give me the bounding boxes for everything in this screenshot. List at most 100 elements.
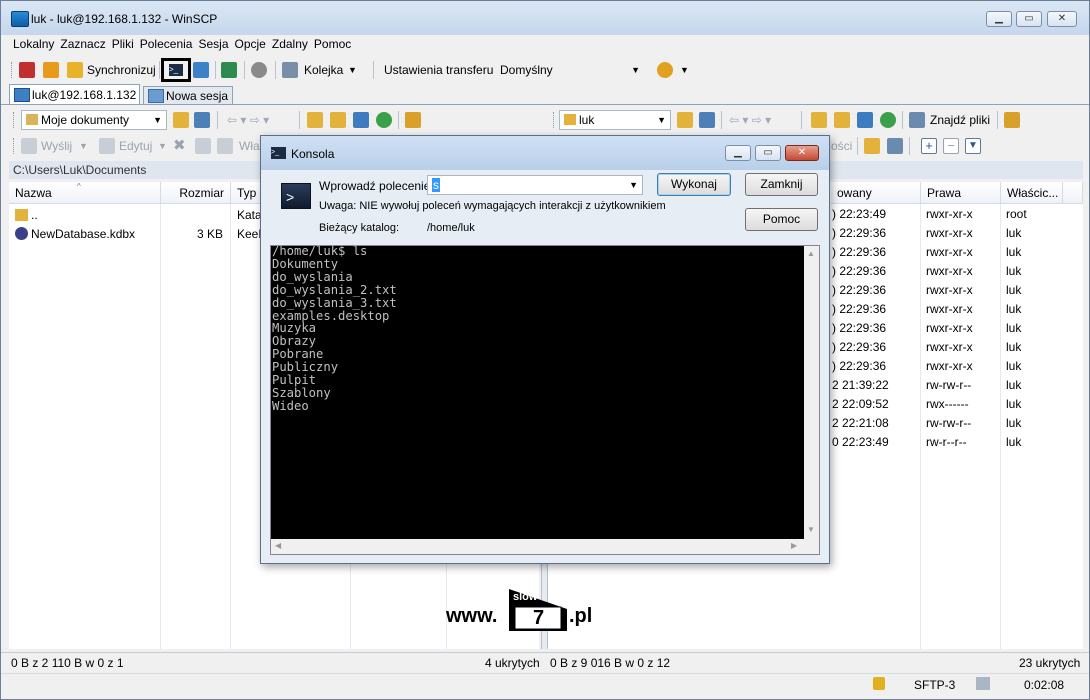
menu-sesja[interactable]: Sesja (198, 37, 228, 51)
find-files-button[interactable]: Znajdź pliki (930, 110, 990, 130)
gear-icon[interactable] (251, 62, 267, 78)
new-folder-icon[interactable] (864, 138, 880, 154)
menu-pomoc[interactable]: Pomoc (314, 37, 351, 51)
remote-changed: ) 22:29:36 (832, 340, 887, 354)
filter-icon[interactable] (699, 112, 715, 128)
remote-path-select[interactable]: luk ▼ (559, 110, 671, 130)
rename-icon[interactable] (195, 138, 211, 154)
properties-button[interactable]: ości (831, 136, 852, 156)
queue-button[interactable]: Kolejka (304, 60, 343, 80)
back-icon[interactable]: ⇦ ▾ ⇨ ▾ (729, 110, 771, 130)
command-input[interactable]: s ▼ (427, 175, 643, 195)
tab-session[interactable]: luk@192.168.1.132 (9, 84, 140, 104)
remote-changed: 2 21:39:22 (832, 378, 889, 392)
column-name[interactable]: Nazwa ^ (9, 182, 161, 204)
toolbar-grip[interactable] (13, 112, 17, 128)
upload-icon[interactable] (21, 138, 37, 154)
close-button[interactable]: Zamknij (745, 173, 818, 196)
parent-directory-icon[interactable] (811, 112, 827, 128)
resize-grip[interactable] (804, 539, 819, 554)
current-dir-label: Bieżący katalog: (319, 222, 400, 234)
maximize-button[interactable]: ▭ (1016, 11, 1042, 27)
delete-icon[interactable]: ✖ (173, 136, 186, 156)
close-dialog-button[interactable]: ✕ (785, 145, 819, 161)
root-directory-icon[interactable] (834, 112, 850, 128)
parent-directory-icon[interactable] (307, 112, 323, 128)
toolbar-separator (902, 111, 903, 129)
compare-dirs-icon[interactable] (19, 62, 35, 78)
help-button[interactable]: Pomoc (745, 208, 818, 231)
column-owner[interactable]: Właścic... (1001, 182, 1063, 204)
menu-zdalny[interactable]: Zdalny (272, 37, 308, 51)
column-size[interactable]: Rozmiar (161, 182, 231, 204)
transfer-settings-select[interactable]: Domyślny ▼ (495, 60, 645, 80)
remote-owner: luk (1006, 245, 1022, 259)
filter-mark-icon[interactable]: ▼ (965, 138, 981, 154)
chevron-down-icon[interactable]: ▼ (680, 60, 689, 80)
remote-changed: ) 22:29:36 (832, 264, 887, 278)
home-icon[interactable] (857, 112, 873, 128)
minimize-button[interactable]: ▁ (725, 145, 751, 161)
tree-icon[interactable] (1004, 112, 1020, 128)
open-directory-icon[interactable] (677, 112, 693, 128)
tree-icon[interactable] (405, 112, 421, 128)
edit-button[interactable]: Edytuj (119, 136, 152, 156)
menu-zaznacz[interactable]: Zaznacz (60, 37, 105, 51)
tab-new-session[interactable]: Nowa sesja (143, 86, 233, 104)
synchronize-button[interactable]: Synchronizuj (87, 60, 156, 80)
maximize-button[interactable]: ▭ (755, 145, 781, 161)
console-output[interactable]: /home/luk$ ls Dokumenty do_wyslania do_wysl… (270, 245, 820, 555)
execute-button[interactable]: Wykonaj (657, 173, 731, 196)
putty-icon[interactable] (193, 62, 209, 78)
scroll-up-icon[interactable]: ▲ (807, 249, 815, 258)
minimize-button[interactable]: ▁ (986, 11, 1012, 27)
scroll-down-icon[interactable]: ▼ (807, 525, 815, 534)
remote-owner: luk (1006, 340, 1022, 354)
edit-icon[interactable] (99, 138, 115, 154)
vertical-scrollbar[interactable]: ▲ ▼ (804, 246, 819, 539)
open-directory-icon[interactable] (173, 112, 189, 128)
refresh-icon[interactable] (221, 62, 237, 78)
properties-icon[interactable] (217, 138, 233, 154)
scroll-right-icon[interactable]: ▶ (791, 541, 797, 550)
close-window-button[interactable]: ✕ (1047, 11, 1077, 27)
remote-changed: ) 22:29:36 (832, 245, 887, 259)
column-filler (1063, 182, 1083, 204)
send-button[interactable]: Wyślij (41, 136, 72, 156)
home-icon[interactable] (353, 112, 369, 128)
chevron-down-icon[interactable]: ▼ (158, 136, 167, 156)
find-files-icon[interactable] (909, 112, 925, 128)
horizontal-scrollbar[interactable]: ◀ ▶ (271, 539, 804, 554)
console-button[interactable]: >_ (161, 58, 191, 82)
command-value: s (432, 178, 440, 192)
toolbar-grip[interactable] (11, 62, 15, 78)
root-directory-icon[interactable] (330, 112, 346, 128)
chevron-down-icon[interactable]: ▼ (79, 136, 88, 156)
menu-lokalny[interactable]: Lokalny (13, 37, 54, 51)
new-file-icon[interactable] (887, 138, 903, 154)
back-icon[interactable]: ⇦ ▾ ⇨ ▾ (227, 110, 269, 130)
refresh-icon[interactable] (376, 112, 392, 128)
queue-icon[interactable] (282, 62, 298, 78)
chevron-down-icon[interactable]: ▼ (348, 60, 357, 80)
menu-polecenia[interactable]: Polecenia (140, 37, 193, 51)
scroll-left-icon[interactable]: ◀ (275, 541, 281, 550)
table-row[interactable]: NewDatabase.kdbx (15, 225, 135, 244)
toolbar-grip[interactable] (553, 112, 557, 128)
local-path-select[interactable]: Moje dokumenty ▼ (21, 110, 167, 130)
column-changed[interactable]: owany (831, 182, 921, 204)
transfer-presets-icon[interactable] (657, 62, 673, 78)
refresh-icon[interactable] (880, 112, 896, 128)
synchronize-icon[interactable] (67, 62, 83, 78)
sync-browse-icon[interactable] (43, 62, 59, 78)
menu-opcje[interactable]: Opcje (235, 37, 266, 51)
column-rights[interactable]: Prawa (921, 182, 1001, 204)
toolbar-grip[interactable] (13, 138, 17, 154)
filter-icon[interactable] (194, 112, 210, 128)
plus-icon[interactable]: + (921, 138, 937, 154)
minus-icon[interactable]: − (943, 138, 959, 154)
remote-owner: luk (1006, 378, 1022, 392)
remote-changed: 2 22:09:52 (832, 397, 889, 411)
menu-pliki[interactable]: Pliki (112, 37, 134, 51)
table-row[interactable]: .. (15, 206, 38, 225)
